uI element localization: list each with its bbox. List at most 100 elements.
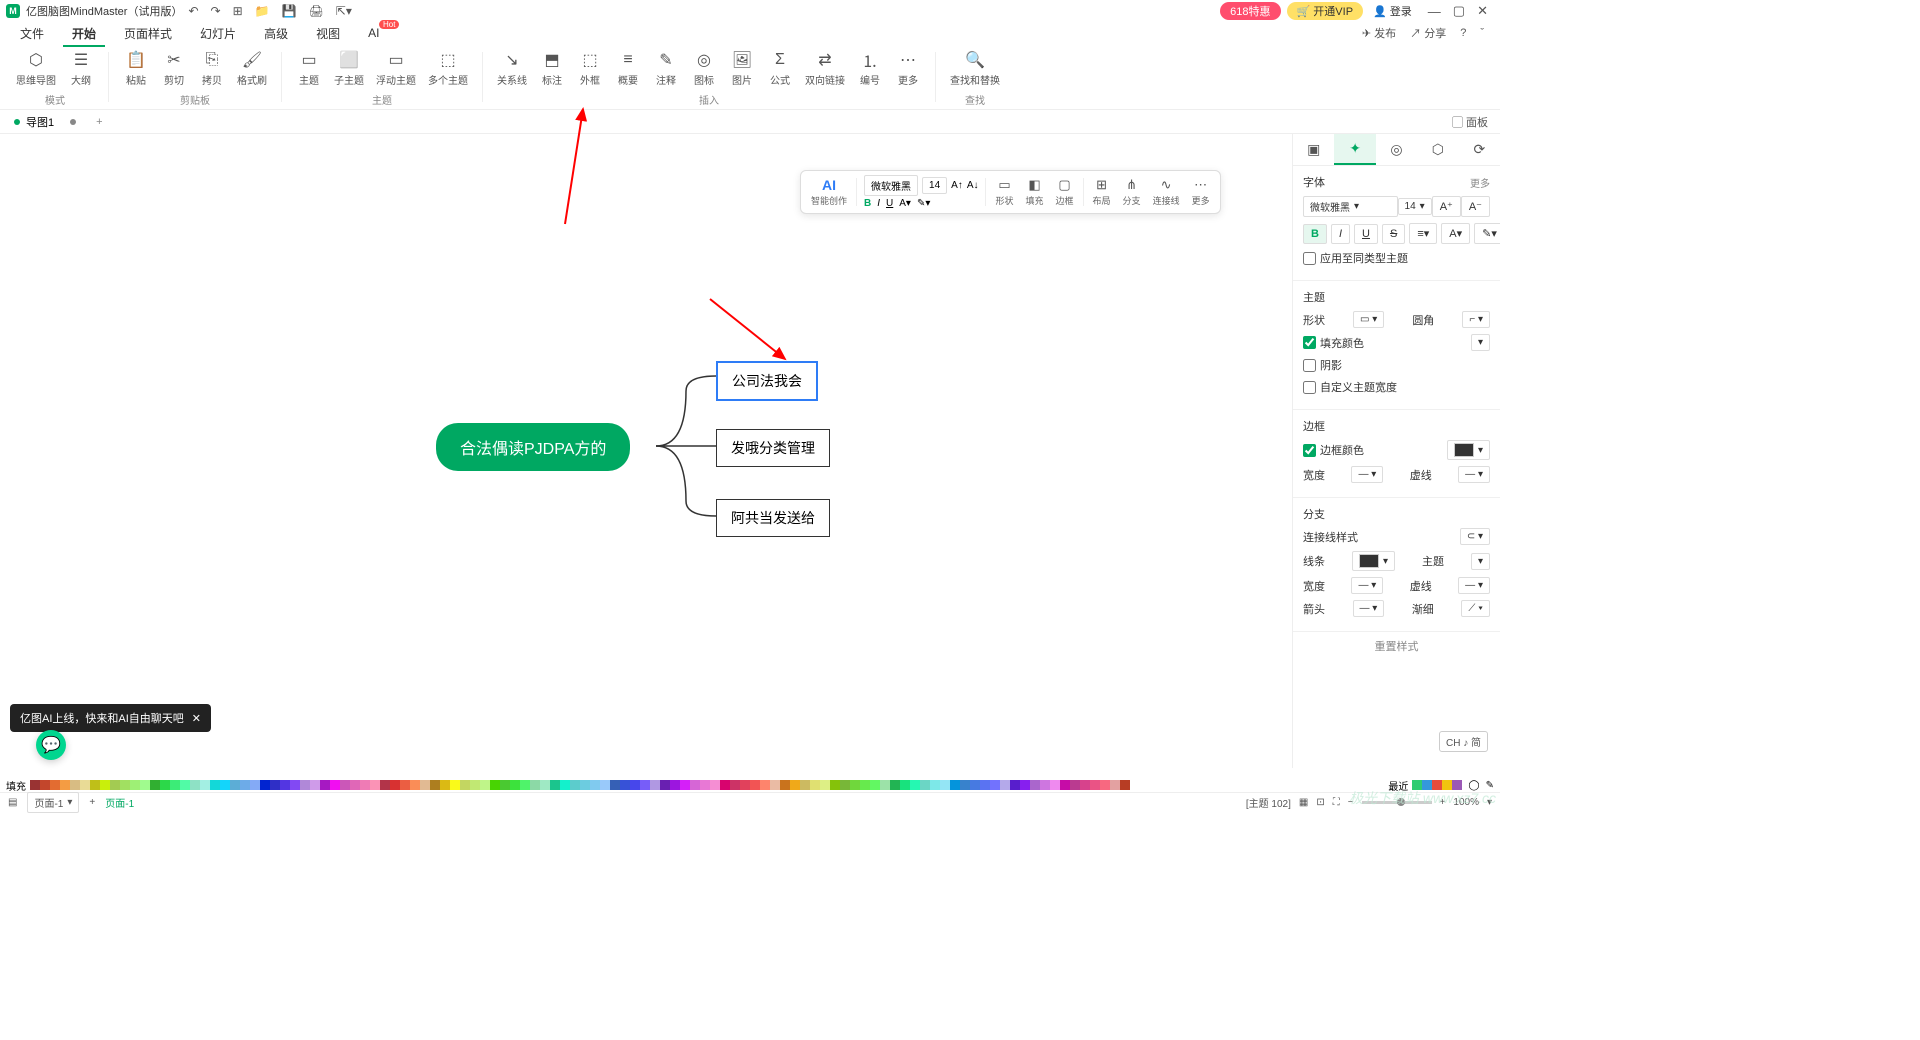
float-italic-icon[interactable]: I (877, 198, 880, 209)
topic-node-3[interactable]: 阿共当发送给 (716, 499, 830, 537)
rp-arrow-select[interactable]: — ▾ (1353, 600, 1385, 617)
rp-border-dash[interactable]: — ▾ (1458, 466, 1490, 483)
rp-reset-button[interactable]: 重置样式 (1293, 632, 1500, 660)
redo-icon[interactable]: ↷ (211, 4, 221, 18)
float-bold-icon[interactable]: B (864, 198, 871, 209)
multi-topic-button[interactable]: ⬚多个主题 (422, 48, 474, 89)
rp-border-color-check[interactable]: 边框颜色 (1303, 442, 1364, 458)
rp-fill-color[interactable]: ▾ (1471, 334, 1490, 351)
relation-button[interactable]: ↘关系线 (491, 48, 533, 89)
find-replace-button[interactable]: 🔍查找和替换 (944, 48, 1006, 89)
ai-bubble-close-icon[interactable]: ✕ (192, 712, 201, 725)
collapse-ribbon-icon[interactable]: ˇ (1480, 27, 1484, 39)
help-icon[interactable]: ? (1460, 27, 1466, 39)
boundary-button[interactable]: ⬚外框 (571, 48, 609, 89)
add-tab-button[interactable]: + (96, 116, 102, 128)
canvas[interactable]: 合法偶读PJDPA方的 公司法我会 发哦分类管理 阿共当发送给 (0, 134, 1292, 768)
rp-tab-icon[interactable]: ⬡ (1417, 134, 1458, 165)
rp-tab-more[interactable]: ⟳ (1459, 134, 1500, 165)
doc-tab-1[interactable]: 导图1 (4, 114, 86, 130)
rp-connector-style[interactable]: ⊂ ▾ (1460, 528, 1490, 545)
menu-slides[interactable]: 幻灯片 (186, 22, 250, 45)
subtopic-button[interactable]: ⬜子主题 (328, 48, 370, 89)
page-label[interactable]: 页面-1 (105, 795, 134, 810)
rp-shape-select[interactable]: ▭ ▾ (1353, 311, 1384, 328)
rp-dec-font-icon[interactable]: A⁻ (1461, 196, 1490, 217)
fullscreen-icon[interactable]: ⛶ (1333, 797, 1340, 808)
float-fill-button[interactable]: ◧填充 (1020, 175, 1050, 209)
topic-node-2[interactable]: 发哦分类管理 (716, 429, 830, 467)
paste-button[interactable]: 📋粘贴 (117, 48, 155, 89)
float-shape-button[interactable]: ▭形状 (989, 175, 1019, 209)
page-select[interactable]: 页面-1 ▾ (27, 792, 79, 813)
formula-button[interactable]: Σ公式 (761, 48, 799, 89)
float-more-button[interactable]: ⋯更多 (1186, 175, 1216, 209)
float-connector-button[interactable]: ∿连接线 (1147, 175, 1186, 209)
rp-italic-icon[interactable]: I (1331, 224, 1350, 244)
image-button[interactable]: 🖼图片 (723, 48, 761, 89)
ai-create-button[interactable]: AI智能创作 (805, 175, 853, 209)
menu-page-style[interactable]: 页面样式 (110, 22, 186, 45)
minimize-icon[interactable]: — (1428, 4, 1441, 19)
note-button[interactable]: ✎注释 (647, 48, 685, 89)
rp-strike-icon[interactable]: S (1382, 224, 1405, 244)
rp-border-width[interactable]: — ▾ (1351, 466, 1383, 483)
rp-highlight-icon[interactable]: ✎▾ (1474, 223, 1500, 244)
float-border-button[interactable]: ▢边框 (1050, 175, 1080, 209)
menu-file[interactable]: 文件 (6, 22, 58, 45)
rp-branch-dash[interactable]: — ▾ (1458, 577, 1490, 594)
rp-shadow-check[interactable]: 阴影 (1303, 357, 1342, 373)
float-font-color-icon[interactable]: A▾ (899, 198, 911, 209)
float-size-select[interactable]: 14 (922, 177, 947, 194)
menu-view[interactable]: 视图 (302, 22, 354, 45)
central-topic[interactable]: 合法偶读PJDPA方的 (436, 423, 630, 471)
rp-tab-style[interactable]: ▣ (1293, 134, 1334, 165)
mindmap-mode-button[interactable]: ⬡思维导图 (10, 48, 62, 89)
rp-line-color[interactable]: ▾ (1352, 551, 1395, 571)
rp-inc-font-icon[interactable]: A⁺ (1432, 196, 1461, 217)
rp-underline-icon[interactable]: U (1354, 224, 1378, 244)
hyperlink-button[interactable]: ⇄双向链接 (799, 48, 851, 89)
number-button[interactable]: ⒈编号 (851, 48, 889, 89)
rp-taper-select[interactable]: ⟋ ▾ (1461, 600, 1490, 617)
rp-corner-select[interactable]: ⌐ ▾ (1462, 311, 1490, 328)
menu-advanced[interactable]: 高级 (250, 22, 302, 45)
rp-tab-ai[interactable]: ✦ (1334, 134, 1375, 165)
palette-swatches[interactable] (30, 780, 1380, 790)
rp-bold-icon[interactable]: B (1303, 224, 1327, 244)
add-page-button[interactable]: + (89, 797, 95, 808)
undo-icon[interactable]: ↶ (188, 4, 198, 18)
save-icon[interactable]: 💾 (282, 4, 297, 18)
ai-fab-button[interactable]: 💬 (36, 730, 66, 760)
topic-node-1[interactable]: 公司法我会 (716, 361, 818, 401)
layout-icon[interactable]: ▦ (1299, 797, 1308, 808)
rp-font-size[interactable]: 14 ▾ (1398, 198, 1432, 215)
rp-border-color-select[interactable]: ▾ (1447, 440, 1490, 460)
rp-font-color-icon[interactable]: A▾ (1441, 223, 1470, 244)
ime-badge[interactable]: CH ♪ 简 (1439, 731, 1488, 752)
float-dec-font-icon[interactable]: A↓ (967, 180, 979, 191)
publish-button[interactable]: ✈ 发布 (1362, 25, 1396, 41)
menu-ai[interactable]: AIHot (354, 23, 393, 43)
outline-mode-button[interactable]: ☰大纲 (62, 48, 100, 89)
float-underline-icon[interactable]: U (886, 198, 893, 209)
float-font-select[interactable]: 微软雅黑 (864, 175, 918, 196)
maximize-icon[interactable]: ▢ (1453, 3, 1465, 19)
float-topic-button[interactable]: ▭浮动主题 (370, 48, 422, 89)
rp-branch-topic[interactable]: ▾ (1471, 553, 1490, 570)
export-icon[interactable]: ⇱▾ (336, 4, 352, 18)
more-insert-button[interactable]: ⋯更多 (889, 48, 927, 89)
rp-branch-width[interactable]: — ▾ (1351, 577, 1383, 594)
vip-button[interactable]: 🛒 开通VIP (1287, 2, 1364, 20)
icon-button[interactable]: ◎图标 (685, 48, 723, 89)
rp-font-more[interactable]: 更多 (1470, 175, 1490, 190)
close-icon[interactable]: ✕ (1477, 3, 1488, 19)
fit-icon[interactable]: ⊡ (1316, 797, 1324, 808)
rp-fill-check[interactable]: 填充颜色 (1303, 335, 1364, 351)
copy-button[interactable]: ⎘拷贝 (193, 48, 231, 89)
cut-button[interactable]: ✂剪切 (155, 48, 193, 89)
float-layout-button[interactable]: ⊞布局 (1087, 175, 1117, 209)
promo-618[interactable]: 618特惠 (1220, 2, 1280, 20)
share-button[interactable]: ↗ 分享 (1410, 25, 1446, 41)
menu-start[interactable]: 开始 (58, 22, 110, 45)
